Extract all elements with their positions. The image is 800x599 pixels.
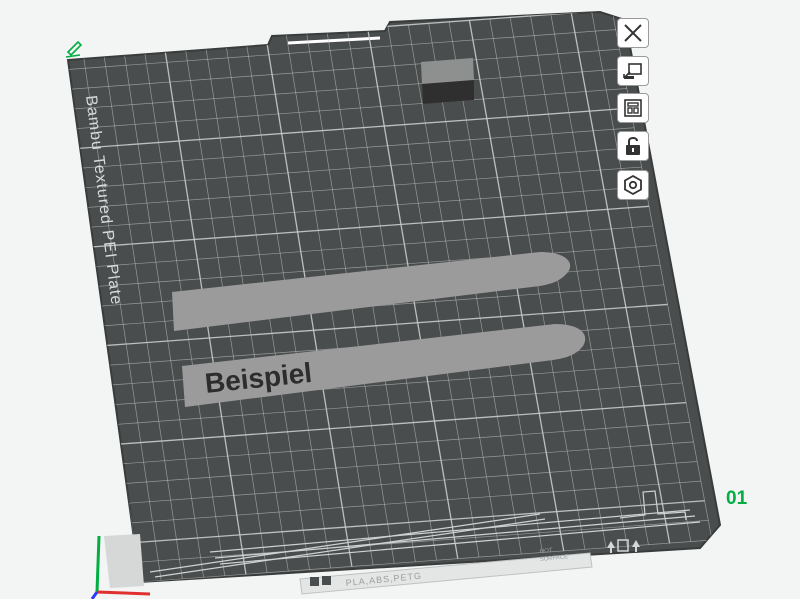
auto-orient-icon bbox=[623, 63, 642, 79]
edit-plate-icon[interactable] bbox=[65, 40, 83, 58]
plate-settings-button[interactable] bbox=[617, 170, 649, 200]
corner-pad bbox=[104, 534, 144, 588]
plate-settings-icon bbox=[624, 174, 642, 196]
box-object[interactable] bbox=[421, 58, 474, 104]
hot-warning-text: HOT bbox=[540, 548, 554, 555]
auto-orient-button[interactable] bbox=[617, 56, 649, 86]
close-icon bbox=[624, 24, 642, 42]
lock-button[interactable] bbox=[617, 131, 649, 161]
arrange-button[interactable] bbox=[617, 93, 649, 123]
plate-number: 01 bbox=[726, 488, 748, 509]
lock-icon bbox=[626, 137, 640, 155]
arrange-icon bbox=[624, 99, 642, 117]
close-button[interactable] bbox=[617, 18, 649, 48]
